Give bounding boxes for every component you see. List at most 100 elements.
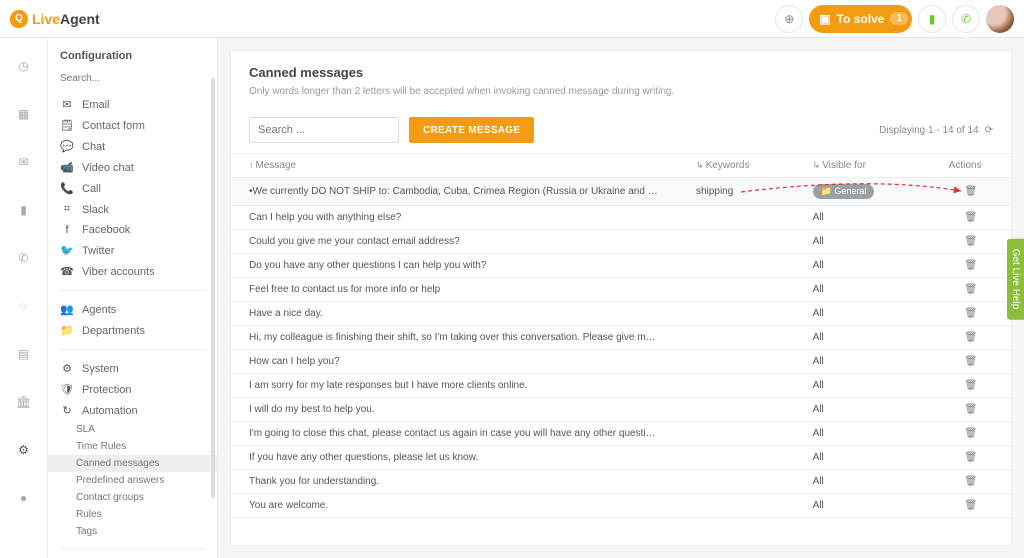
col-message[interactable]: ↑Message	[231, 154, 678, 178]
cell-visible: All	[795, 398, 931, 422]
logo[interactable]: Q LiveAgent	[10, 10, 100, 28]
config-sub-rules[interactable]: Rules	[48, 506, 217, 523]
nav-settings-icon[interactable]: ⚙	[12, 438, 36, 462]
config-channel-slack[interactable]: ⌗Slack	[48, 199, 217, 220]
delete-icon[interactable]: 🗑	[964, 404, 977, 415]
config-item-label: Chat	[82, 141, 105, 153]
visible-text: All	[813, 212, 824, 223]
config-channel-facebook[interactable]: fFacebook	[48, 220, 217, 240]
nav-tickets-icon[interactable]: ▦	[12, 102, 36, 126]
cell-message: Hi, my colleague is finishing their shif…	[231, 326, 678, 350]
config-channel-call[interactable]: 📞Call	[48, 178, 217, 199]
config-channel-viber-accounts[interactable]: ☎Viber accounts	[48, 261, 217, 282]
table-row[interactable]: Can I help you with anything else? All 🗑	[231, 206, 1011, 230]
to-solve-count: 1	[890, 12, 908, 25]
table-row[interactable]: I'm going to close this chat, please con…	[231, 422, 1011, 446]
avatar[interactable]	[986, 5, 1014, 33]
cell-message: I'm going to close this chat, please con…	[231, 422, 678, 446]
config-sub-time-rules[interactable]: Time Rules	[48, 438, 217, 455]
config-system-system[interactable]: ⚙System	[48, 358, 217, 379]
visible-text: All	[813, 428, 824, 439]
delete-icon[interactable]: 🗑	[964, 260, 977, 271]
config-sub-predefined-answers[interactable]: Predefined answers	[48, 472, 217, 489]
nav-more-icon[interactable]: ●	[12, 486, 36, 510]
config-system-protection[interactable]: 🛡Protection	[48, 379, 217, 400]
delete-icon[interactable]: 🗑	[964, 356, 977, 367]
config-sub-tags[interactable]: Tags	[48, 523, 217, 540]
delete-icon[interactable]: 🗑	[964, 332, 977, 343]
config-people-agents[interactable]: 👥Agents	[48, 299, 217, 320]
table-search-input[interactable]	[249, 117, 399, 143]
cell-keywords	[678, 302, 795, 326]
config-people-departments[interactable]: 📁Departments	[48, 320, 217, 341]
config-item-label: System	[82, 363, 119, 375]
config-channel-video-chat[interactable]: 📹Video chat	[48, 157, 217, 178]
nav-chat-icon[interactable]: ▮	[12, 198, 36, 222]
delete-icon[interactable]: 🗑	[964, 284, 977, 295]
col-keywords[interactable]: ↳Keywords	[678, 154, 795, 178]
add-icon[interactable]: ⊕	[775, 5, 803, 33]
visible-badge: 📁 General	[813, 184, 875, 199]
nav-reload-icon[interactable]: ◌	[12, 294, 36, 318]
nav-dashboard-icon[interactable]: ◷	[12, 54, 36, 78]
cell-keywords	[678, 206, 795, 230]
create-message-button[interactable]: CREATE MESSAGE	[409, 117, 534, 143]
table-row[interactable]: If you have any other questions, please …	[231, 446, 1011, 470]
delete-icon[interactable]: 🗑	[964, 428, 977, 439]
nav-reports-icon[interactable]: ▤	[12, 342, 36, 366]
table-row[interactable]: Do you have any other questions I can he…	[231, 254, 1011, 278]
chat-icon[interactable]: ▮	[918, 5, 946, 33]
cell-visible: All	[795, 350, 931, 374]
config-item-label: Facebook	[82, 224, 130, 236]
col-visible[interactable]: ↳Visible for	[795, 154, 931, 178]
cell-visible: All	[795, 278, 931, 302]
config-sub-contact-groups[interactable]: Contact groups	[48, 489, 217, 506]
delete-icon[interactable]: 🗑	[964, 476, 977, 487]
config-channel-icon: 🐦	[60, 244, 74, 257]
config-item-label: Twitter	[82, 245, 114, 257]
cell-visible: 📁 General	[795, 178, 931, 206]
delete-icon[interactable]: 🗑	[964, 308, 977, 319]
table-row[interactable]: Thank you for understanding.All🗑	[231, 470, 1011, 494]
delete-icon[interactable]: 🗑	[964, 186, 977, 197]
cell-keywords	[678, 254, 795, 278]
table-row[interactable]: I will do my best to help you.All🗑	[231, 398, 1011, 422]
config-channel-twitter[interactable]: 🐦 Twitter	[48, 240, 217, 261]
config-sub-sla[interactable]: SLA	[48, 421, 217, 438]
cell-message: Can I help you with anything else?	[231, 206, 678, 230]
config-channel-chat[interactable]: 💬Chat	[48, 136, 217, 157]
config-search-input[interactable]	[60, 71, 205, 86]
refresh-icon[interactable]: ⟳	[985, 125, 993, 136]
config-channel-contact-form[interactable]: 🗒Contact form	[48, 115, 217, 136]
table-row[interactable]: Could you give me your contact email add…	[231, 230, 1011, 254]
table-row[interactable]: I am sorry for my late responses but I h…	[231, 374, 1011, 398]
config-sub-canned-messages[interactable]: Canned messages	[48, 455, 217, 472]
table-row[interactable]: Have a nice day.All🗑	[231, 302, 1011, 326]
table-row[interactable]: Feel free to contact us for more info or…	[231, 278, 1011, 302]
visible-text: All	[813, 404, 824, 415]
config-system-automation[interactable]: ↻Automation	[48, 400, 217, 421]
nav-call-icon[interactable]: ✆	[12, 246, 36, 270]
cell-visible: All	[795, 470, 931, 494]
to-solve-label: To solve	[837, 12, 885, 26]
nav-building-icon[interactable]: 🏛	[12, 390, 36, 414]
live-help-tab[interactable]: Get Live Help	[1007, 239, 1024, 320]
table-row[interactable]: How can I help you?All🗑	[231, 350, 1011, 374]
nav-messages-icon[interactable]: ✉	[12, 150, 36, 174]
to-solve-button[interactable]: ▣ To solve 1	[809, 5, 912, 33]
delete-icon[interactable]: 🗑	[964, 236, 977, 247]
table-row[interactable]: You are welcome.All🗑	[231, 494, 1011, 518]
delete-icon[interactable]: 🗑	[964, 380, 977, 391]
delete-icon[interactable]: 🗑	[964, 212, 977, 223]
delete-icon[interactable]: 🗑	[964, 500, 977, 511]
cell-visible: All	[795, 302, 931, 326]
phone-icon[interactable]: ✆	[952, 5, 980, 33]
cell-keywords	[678, 422, 795, 446]
delete-icon[interactable]: 🗑	[964, 452, 977, 463]
config-channel-email[interactable]: ✉Email	[48, 94, 217, 115]
table-row[interactable]: •We currently DO NOT SHIP to: Cambodia, …	[231, 178, 1011, 206]
config-panel: Configuration ✉Email🗒Contact form💬Chat📹V…	[48, 38, 218, 558]
config-channel-icon: ☎	[60, 265, 74, 278]
config-item-label: Departments	[82, 325, 145, 337]
table-row[interactable]: Hi, my colleague is finishing their shif…	[231, 326, 1011, 350]
